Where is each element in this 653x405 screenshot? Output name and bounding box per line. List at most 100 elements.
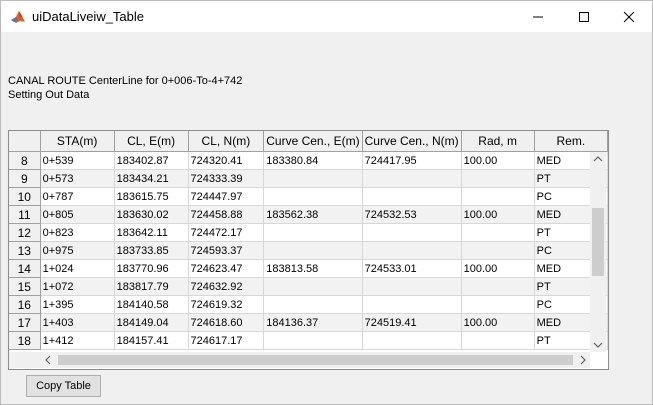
table-row[interactable]: 15 1+072 183817.79 724632.92 PT xyxy=(9,277,608,296)
table-cell[interactable]: 183380.84 xyxy=(263,151,363,170)
table-cell[interactable]: 724593.37 xyxy=(188,241,265,260)
table-cell[interactable]: 1+412 xyxy=(40,331,115,350)
table-row[interactable]: 18 1+412 184157.41 724617.17 PT xyxy=(9,331,608,350)
chevron-up-icon[interactable] xyxy=(593,155,603,163)
table-cell[interactable] xyxy=(461,223,535,242)
table-cell[interactable]: 0+805 xyxy=(40,205,115,224)
table-cell[interactable]: 100.00 xyxy=(461,313,535,332)
table-cell[interactable] xyxy=(263,223,363,242)
table-cell[interactable] xyxy=(263,277,363,296)
table-cell[interactable]: 184157.41 xyxy=(114,331,189,350)
column-header[interactable]: Rad, m xyxy=(461,131,535,152)
table-cell[interactable]: 724617.17 xyxy=(188,331,265,350)
column-header[interactable]: CL, N(m) xyxy=(188,131,265,152)
table-cell[interactable]: 1+395 xyxy=(40,295,115,314)
table-cell[interactable]: 724619.32 xyxy=(188,295,265,314)
table-cell[interactable]: 183615.75 xyxy=(114,187,189,206)
table-cell[interactable]: 183733.85 xyxy=(114,241,189,260)
table-cell[interactable]: 724632.92 xyxy=(188,277,265,296)
table-row[interactable]: 11 0+805 183630.02 724458.88 183562.38 7… xyxy=(9,205,608,224)
table-cell[interactable]: 724532.53 xyxy=(362,205,462,224)
table-cell[interactable]: 724623.47 xyxy=(188,259,265,278)
close-button[interactable] xyxy=(606,1,652,32)
table-cell[interactable] xyxy=(263,187,363,206)
table-cell[interactable] xyxy=(461,187,535,206)
table-cell[interactable] xyxy=(461,277,535,296)
table-cell[interactable]: 724320.41 xyxy=(188,151,265,170)
table-cell[interactable]: 100.00 xyxy=(461,205,535,224)
table-cell[interactable]: 724519.41 xyxy=(362,313,462,332)
table-cell[interactable]: 183402.87 xyxy=(114,151,189,170)
table-cell[interactable]: 1+403 xyxy=(40,313,115,332)
table-row[interactable]: 8 0+539 183402.87 724320.41 183380.84 72… xyxy=(9,151,608,170)
table-cell[interactable] xyxy=(362,295,462,314)
table-row[interactable]: 12 0+823 183642.11 724472.17 PT xyxy=(9,223,608,242)
column-header[interactable]: CL, E(m) xyxy=(114,131,189,152)
table-cell[interactable] xyxy=(362,223,462,242)
row-number: 12 xyxy=(9,223,41,242)
table-cell[interactable] xyxy=(362,169,462,188)
table-cell[interactable]: 0+823 xyxy=(40,223,115,242)
table-cell[interactable] xyxy=(362,187,462,206)
table-cell[interactable] xyxy=(461,331,535,350)
table-cell[interactable]: 183434.21 xyxy=(114,169,189,188)
table-cell[interactable]: 1+024 xyxy=(40,259,115,278)
copy-table-button[interactable]: Copy Table xyxy=(26,375,101,397)
table-cell[interactable]: 184136.37 xyxy=(263,313,363,332)
table-cell[interactable] xyxy=(263,295,363,314)
table-cell[interactable]: 183813.58 xyxy=(263,259,363,278)
table-cell[interactable] xyxy=(362,331,462,350)
column-header[interactable]: Curve Cen., E(m) xyxy=(263,131,363,152)
table-cell[interactable] xyxy=(362,241,462,260)
table-cell[interactable]: 724618.60 xyxy=(188,313,265,332)
column-header[interactable]: STA(m) xyxy=(40,131,115,152)
table-cell[interactable] xyxy=(461,169,535,188)
column-header[interactable]: Rem. xyxy=(534,131,608,152)
table-cell[interactable]: 724447.97 xyxy=(188,187,265,206)
table-row[interactable]: 14 1+024 183770.96 724623.47 183813.58 7… xyxy=(9,259,608,278)
table-row[interactable]: 16 1+395 184140.58 724619.32 PC xyxy=(9,295,608,314)
chevron-right-icon[interactable] xyxy=(579,355,587,365)
table-cell[interactable]: 724458.88 xyxy=(188,205,265,224)
vertical-scrollbar[interactable] xyxy=(590,152,606,352)
table-cell[interactable]: 183817.79 xyxy=(114,277,189,296)
minimize-button[interactable] xyxy=(515,1,561,32)
table-cell[interactable]: 724472.17 xyxy=(188,223,265,242)
row-number: 17 xyxy=(9,313,41,332)
table-cell[interactable]: 0+975 xyxy=(40,241,115,260)
table-cell[interactable]: 183630.02 xyxy=(114,205,189,224)
table-cell[interactable]: 1+072 xyxy=(40,277,115,296)
table-cell[interactable]: 0+539 xyxy=(40,151,115,170)
title-bar[interactable]: uiDataLiveiw_Table xyxy=(1,1,652,32)
table-cell[interactable]: 184149.04 xyxy=(114,313,189,332)
table-row[interactable]: 13 0+975 183733.85 724593.37 PC xyxy=(9,241,608,260)
table-cell[interactable] xyxy=(263,169,363,188)
chevron-left-icon[interactable] xyxy=(44,355,52,365)
table-cell[interactable]: 183562.38 xyxy=(263,205,363,224)
table-row[interactable]: 10 0+787 183615.75 724447.97 PC xyxy=(9,187,608,206)
table-row[interactable]: 9 0+573 183434.21 724333.39 PT xyxy=(9,169,608,188)
table-cell[interactable]: 100.00 xyxy=(461,259,535,278)
table-cell[interactable] xyxy=(362,277,462,296)
table-cell[interactable]: 100.00 xyxy=(461,151,535,170)
table-cell[interactable]: 183642.11 xyxy=(114,223,189,242)
table-cell[interactable] xyxy=(263,331,363,350)
vertical-scroll-thumb[interactable] xyxy=(592,208,604,276)
table-row[interactable]: 17 1+403 184149.04 724618.60 184136.37 7… xyxy=(9,313,608,332)
table-cell[interactable] xyxy=(461,241,535,260)
table-cell[interactable]: 0+787 xyxy=(40,187,115,206)
table-cell[interactable]: 724333.39 xyxy=(188,169,265,188)
table-cell[interactable] xyxy=(263,241,363,260)
table-cell[interactable]: 724417.95 xyxy=(362,151,462,170)
horizontal-scrollbar[interactable] xyxy=(41,352,590,368)
maximize-button[interactable] xyxy=(561,1,607,32)
table-cell[interactable]: 184140.58 xyxy=(114,295,189,314)
table-cell[interactable]: 183770.96 xyxy=(114,259,189,278)
data-table[interactable]: STA(m) CL, E(m) CL, N(m) Curve Cen., E(m… xyxy=(8,130,609,370)
table-cell[interactable]: 0+573 xyxy=(40,169,115,188)
chevron-down-icon[interactable] xyxy=(593,341,603,349)
column-header[interactable]: Curve Cen., N(m) xyxy=(362,131,462,152)
table-cell[interactable]: 724533.01 xyxy=(362,259,462,278)
table-cell[interactable] xyxy=(461,295,535,314)
horizontal-scroll-thumb[interactable] xyxy=(58,355,573,365)
